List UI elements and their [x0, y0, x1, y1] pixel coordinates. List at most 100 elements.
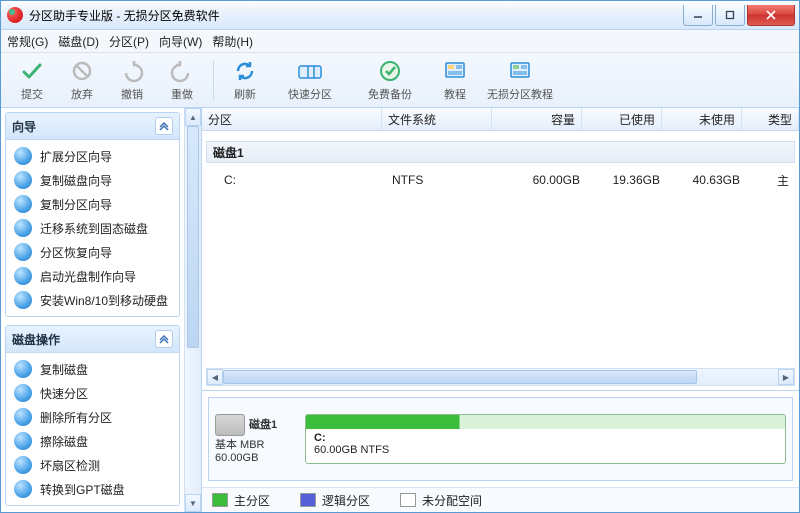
sidebar-item-copy-disk-op[interactable]: 复制磁盘 — [6, 357, 179, 381]
grid-h-scrollbar[interactable]: ◀ ▶ — [206, 368, 795, 386]
window-title: 分区助手专业版 - 无损分区免费软件 — [29, 7, 681, 24]
grid-data-row[interactable]: C: NTFS 60.00GB 19.36GB 40.63GB 主 — [206, 167, 795, 193]
menu-wizard[interactable]: 向导(W) — [159, 33, 202, 50]
close-icon — [765, 10, 777, 20]
sidebar-item-label: 转换到GPT磁盘 — [40, 481, 125, 498]
col-partition[interactable]: 分区 — [202, 108, 382, 130]
partition-usage-bar — [306, 415, 785, 429]
minimize-button[interactable] — [683, 5, 713, 26]
redo-label: 重做 — [171, 86, 193, 102]
sidebar-item-label: 安装Win8/10到移动硬盘 — [40, 292, 168, 309]
sidebar-item-label: 复制磁盘向导 — [40, 172, 112, 189]
scroll-up-arrow[interactable]: ▲ — [185, 108, 201, 126]
commit-label: 提交 — [21, 86, 43, 102]
sidebar-panels: 向导 扩展分区向导 复制磁盘向导 复制分区向导 迁移系统到固态磁盘 分区恢复向导… — [1, 108, 184, 512]
menu-partition[interactable]: 分区(P) — [109, 33, 149, 50]
diskop-icon — [14, 432, 32, 450]
diskop-icon — [14, 360, 32, 378]
toolbar: 提交 放弃 撤销 重做 刷新 快速分区 免费备份 教程 — [1, 53, 799, 108]
sidebar-item-copy-disk[interactable]: 复制磁盘向导 — [6, 168, 179, 192]
sidebar-item-wipe-disk[interactable]: 擦除磁盘 — [6, 429, 179, 453]
undo-button[interactable]: 撤销 — [107, 58, 157, 102]
grid-body: 磁盘1 C: NTFS 60.00GB 19.36GB 40.63GB 主 ◀ … — [202, 131, 799, 391]
cell-type: 主 — [746, 172, 795, 189]
grid-group-row[interactable]: 磁盘1 — [206, 141, 795, 163]
commit-icon — [19, 58, 45, 84]
quick-partition-button[interactable]: 快速分区 — [270, 58, 350, 102]
disk-info[interactable]: 磁盘1 基本 MBR 60.00GB — [215, 414, 295, 464]
scroll-h-thumb[interactable] — [223, 370, 697, 384]
diskops-collapse-button[interactable] — [155, 330, 173, 348]
sidebar-item-quick-partition-op[interactable]: 快速分区 — [6, 381, 179, 405]
sidebar-item-extend-partition[interactable]: 扩展分区向导 — [6, 144, 179, 168]
sidebar-item-win-to-go[interactable]: 安装Win8/10到移动硬盘 — [6, 288, 179, 312]
disk-size: 60.00GB — [215, 452, 295, 464]
wizard-icon — [14, 195, 32, 213]
sidebar-item-recover-partition[interactable]: 分区恢复向导 — [6, 240, 179, 264]
scroll-right-arrow[interactable]: ▶ — [778, 369, 794, 385]
wizard-collapse-button[interactable] — [155, 117, 173, 135]
wizard-icon — [14, 267, 32, 285]
wizard-panel: 向导 扩展分区向导 复制磁盘向导 复制分区向导 迁移系统到固态磁盘 分区恢复向导… — [5, 112, 180, 317]
cell-used: 19.36GB — [586, 173, 666, 187]
sidebar-scrollbar[interactable]: ▲ ▼ — [184, 108, 201, 512]
col-used[interactable]: 已使用 — [582, 108, 662, 130]
cell-unused: 40.63GB — [666, 173, 746, 187]
refresh-label: 刷新 — [234, 86, 256, 102]
sidebar-item-migrate-ssd[interactable]: 迁移系统到固态磁盘 — [6, 216, 179, 240]
tutorial-button[interactable]: 教程 — [430, 58, 480, 102]
col-type[interactable]: 类型 — [742, 108, 799, 130]
menu-general[interactable]: 常规(G) — [7, 33, 48, 50]
close-button[interactable] — [747, 5, 795, 26]
app-window: 分区助手专业版 - 无损分区免费软件 常规(G) 磁盘(D) 分区(P) 向导(… — [0, 0, 800, 513]
diskops-panel-body: 复制磁盘 快速分区 删除所有分区 擦除磁盘 坏扇区检测 转换到GPT磁盘 — [6, 353, 179, 505]
sidebar-item-label: 迁移系统到固态磁盘 — [40, 220, 148, 237]
scroll-left-arrow[interactable]: ◀ — [207, 369, 223, 385]
diskops-panel-title: 磁盘操作 — [12, 331, 60, 348]
tutorial-icon — [442, 58, 468, 84]
col-capacity[interactable]: 容量 — [492, 108, 582, 130]
group-label: 磁盘1 — [213, 144, 244, 161]
redo-button[interactable]: 重做 — [157, 58, 207, 102]
partition-letter: C: — [314, 432, 777, 444]
maximize-button[interactable] — [715, 5, 745, 26]
disk-map: 磁盘1 基本 MBR 60.00GB C: 60.00GB NTFS — [208, 397, 793, 481]
free-backup-button[interactable]: 免费备份 — [350, 58, 430, 102]
sidebar-item-delete-all-partitions[interactable]: 删除所有分区 — [6, 405, 179, 429]
legend-unallocated: 未分配空间 — [400, 492, 482, 509]
partition-block[interactable]: C: 60.00GB NTFS — [305, 414, 786, 464]
lossless-tutorial-button[interactable]: 无损分区教程 — [480, 58, 560, 102]
sidebar-item-copy-partition[interactable]: 复制分区向导 — [6, 192, 179, 216]
wizard-icon — [14, 291, 32, 309]
disk-type: 基本 MBR — [215, 436, 295, 452]
scroll-thumb[interactable] — [187, 126, 199, 348]
col-fs[interactable]: 文件系统 — [382, 108, 492, 130]
sidebar-item-label: 复制分区向导 — [40, 196, 112, 213]
discard-button[interactable]: 放弃 — [57, 58, 107, 102]
col-unused[interactable]: 未使用 — [662, 108, 742, 130]
app-icon — [7, 7, 23, 23]
menu-disk[interactable]: 磁盘(D) — [58, 33, 99, 50]
legend-logical-label: 逻辑分区 — [322, 492, 370, 509]
grid-header: 分区 文件系统 容量 已使用 未使用 类型 — [202, 108, 799, 131]
minimize-icon — [693, 10, 703, 20]
refresh-button[interactable]: 刷新 — [220, 58, 270, 102]
sidebar-item-convert-gpt[interactable]: 转换到GPT磁盘 — [6, 477, 179, 501]
menu-help[interactable]: 帮助(H) — [212, 33, 253, 50]
scroll-track[interactable] — [223, 369, 778, 385]
quick-partition-label: 快速分区 — [288, 86, 332, 102]
sidebar-item-label: 复制磁盘 — [40, 361, 88, 378]
redo-icon — [169, 58, 195, 84]
sidebar-item-bootable-media[interactable]: 启动光盘制作向导 — [6, 264, 179, 288]
wizard-panel-title: 向导 — [12, 118, 36, 135]
undo-icon — [119, 58, 145, 84]
tutorial-label: 教程 — [444, 86, 466, 102]
scroll-down-arrow[interactable]: ▼ — [185, 494, 201, 512]
legend-primary-label: 主分区 — [234, 492, 270, 509]
wizard-panel-body: 扩展分区向导 复制磁盘向导 复制分区向导 迁移系统到固态磁盘 分区恢复向导 启动… — [6, 140, 179, 316]
sidebar-item-bad-sector-check[interactable]: 坏扇区检测 — [6, 453, 179, 477]
commit-button[interactable]: 提交 — [7, 58, 57, 102]
partition-detail: 60.00GB NTFS — [314, 444, 777, 456]
wizard-panel-header: 向导 — [6, 113, 179, 140]
diskops-panel-header: 磁盘操作 — [6, 326, 179, 353]
